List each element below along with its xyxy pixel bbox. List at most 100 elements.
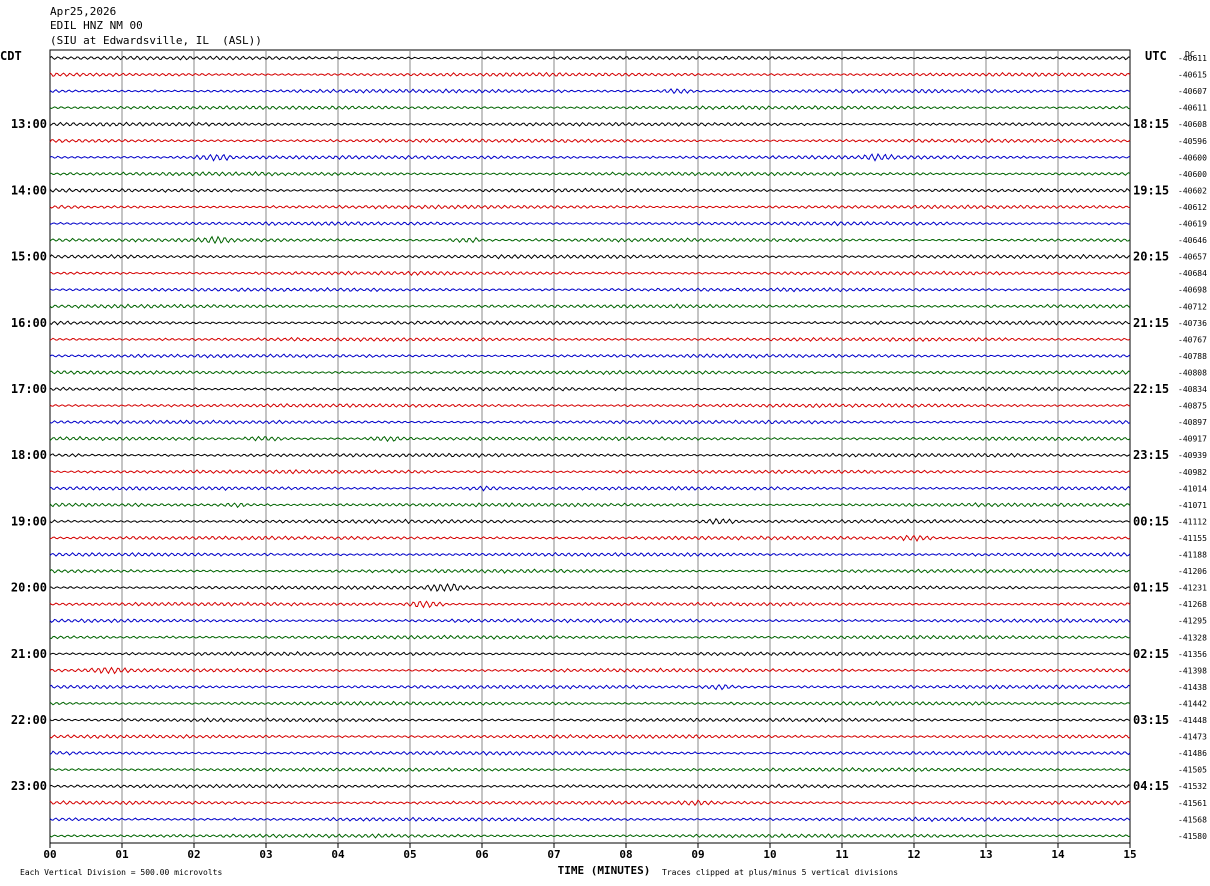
dc-offset-label: -40619 [1178, 220, 1207, 229]
x-tick-label: 08 [619, 848, 632, 861]
seismic-trace-row [49, 336, 1131, 343]
utc-hour-label: 02:15 [1133, 647, 1169, 661]
dc-offset-label: -41268 [1178, 600, 1207, 609]
seismic-trace-row [49, 105, 1131, 111]
seismic-trace-row [49, 816, 1131, 823]
utc-hour-label: 01:15 [1133, 581, 1169, 595]
seismic-trace-row [49, 88, 1131, 95]
dc-offset-label: -41188 [1178, 551, 1207, 560]
dc-offset-label: -41568 [1178, 815, 1207, 824]
x-tick-label: 03 [259, 848, 272, 861]
dc-offset-label: -41442 [1178, 699, 1207, 708]
seismic-trace-row [49, 618, 1131, 624]
cdt-hour-label: 16:00 [11, 316, 47, 330]
dc-offset-label: -41071 [1178, 501, 1207, 510]
seismic-trace-row [49, 204, 1131, 210]
dc-offset-label: -40917 [1178, 435, 1207, 444]
dc-offset-label: -41473 [1178, 733, 1207, 742]
dc-offset-label: -40684 [1178, 269, 1207, 278]
dc-offset-label: -40698 [1178, 286, 1207, 295]
x-tick-label: 09 [691, 848, 704, 861]
utc-zone-label: UTC [1145, 49, 1167, 63]
dc-offset-label: -40600 [1178, 170, 1207, 179]
dc-offset-label: -40736 [1178, 319, 1207, 328]
dc-offset-label: -40808 [1178, 368, 1207, 377]
cdt-hour-label: 15:00 [11, 250, 47, 264]
dc-offset-label: -40712 [1178, 302, 1207, 311]
dc-offset-label: -40646 [1178, 236, 1207, 245]
seismic-trace-row [49, 783, 1131, 789]
dc-offset-label: -41295 [1178, 617, 1207, 626]
dc-offset-label: -41505 [1178, 766, 1207, 775]
seismic-trace-row [49, 666, 1131, 675]
seismic-trace-row [49, 419, 1131, 425]
seismic-trace-row [49, 551, 1131, 558]
dc-offset-label: -41014 [1178, 484, 1207, 493]
x-tick-label: 06 [475, 848, 489, 861]
seismic-trace-row [49, 320, 1131, 326]
x-tick-label: 11 [835, 848, 849, 861]
cdt-hour-label: 14:00 [11, 183, 47, 197]
seismic-trace-row [49, 121, 1131, 127]
dc-offset-label: -41580 [1178, 832, 1207, 841]
dc-offset-label: -41438 [1178, 683, 1207, 692]
dc-offset-label: -40875 [1178, 402, 1207, 411]
dc-offset-label: -40608 [1178, 120, 1207, 129]
dc-offset-label: -40767 [1178, 335, 1207, 344]
seismic-trace-row [49, 353, 1131, 359]
seismic-trace-row [49, 799, 1131, 807]
seismic-trace-row [49, 568, 1131, 574]
plot-frame [49, 49, 1131, 844]
seismic-trace-row [49, 534, 1131, 542]
dc-offset-label: -41398 [1178, 666, 1207, 675]
dc-offset-label: -40600 [1178, 153, 1207, 162]
x-axis-label: TIME (MINUTES) [558, 864, 651, 877]
seismic-trace-row [49, 55, 1131, 61]
x-tick-label: 14 [1051, 848, 1065, 861]
cdt-hour-label: 13:00 [11, 117, 47, 131]
cdt-zone-label: CDT [0, 49, 22, 63]
helicorder-chart: 00 01 02 03 04 05 06 07 08 09 10 11 12 13 14 15 -40611 -4… [0, 49, 1207, 877]
dc-offset-label: -41532 [1178, 782, 1207, 791]
dc-offset-label: -40615 [1178, 71, 1207, 80]
dc-offset-label: -40611 [1178, 104, 1207, 113]
dc-offset-label: -40607 [1178, 87, 1207, 96]
seismic-trace-row [49, 386, 1131, 392]
dc-offset-label: -40834 [1178, 385, 1207, 394]
seismic-trace-row [49, 469, 1131, 475]
dc-offset-label: -41561 [1178, 799, 1207, 808]
seismic-trace-row [49, 270, 1131, 276]
utc-hour-label: 19:15 [1133, 183, 1169, 197]
x-tick-label: 01 [115, 848, 129, 861]
dc-offset-label: -40939 [1178, 451, 1207, 460]
dc-offset-label: -40982 [1178, 468, 1207, 477]
utc-hour-label: 22:15 [1133, 382, 1169, 396]
dc-offset-label: -40897 [1178, 418, 1207, 427]
dc-offset-label: -41356 [1178, 650, 1207, 659]
x-tick-label: 02 [187, 848, 200, 861]
cdt-hour-label: 19:00 [11, 514, 47, 528]
seismic-trace-row [49, 502, 1131, 509]
dc-offset-label: -40788 [1178, 352, 1207, 361]
cdt-hour-label: 22:00 [11, 713, 47, 727]
x-tick-label: 12 [907, 848, 920, 861]
seismic-trace-row [49, 138, 1131, 144]
seismic-trace-row [49, 700, 1131, 707]
dc-offset-label: -40612 [1178, 203, 1207, 212]
utc-hour-label: 18:15 [1133, 117, 1169, 131]
utc-hour-label: 23:15 [1133, 448, 1169, 462]
cdt-hour-label: 18:00 [11, 448, 47, 462]
seismic-trace-row [49, 171, 1131, 177]
dc-column-label: DC [1185, 50, 1195, 59]
seismic-trace-row [49, 767, 1131, 773]
cdt-hour-label: 20:00 [11, 581, 47, 595]
dc-offset-label: -40657 [1178, 253, 1207, 262]
dc-offset-label: -41328 [1178, 633, 1207, 642]
seismic-trace-row [49, 253, 1131, 260]
utc-hour-label: 00:15 [1133, 514, 1169, 528]
utc-hour-label: 20:15 [1133, 250, 1169, 264]
seismic-trace-row [49, 750, 1131, 756]
seismic-trace-row [49, 286, 1131, 293]
seismic-trace-row [49, 600, 1131, 609]
seismic-trace-row [49, 683, 1131, 691]
